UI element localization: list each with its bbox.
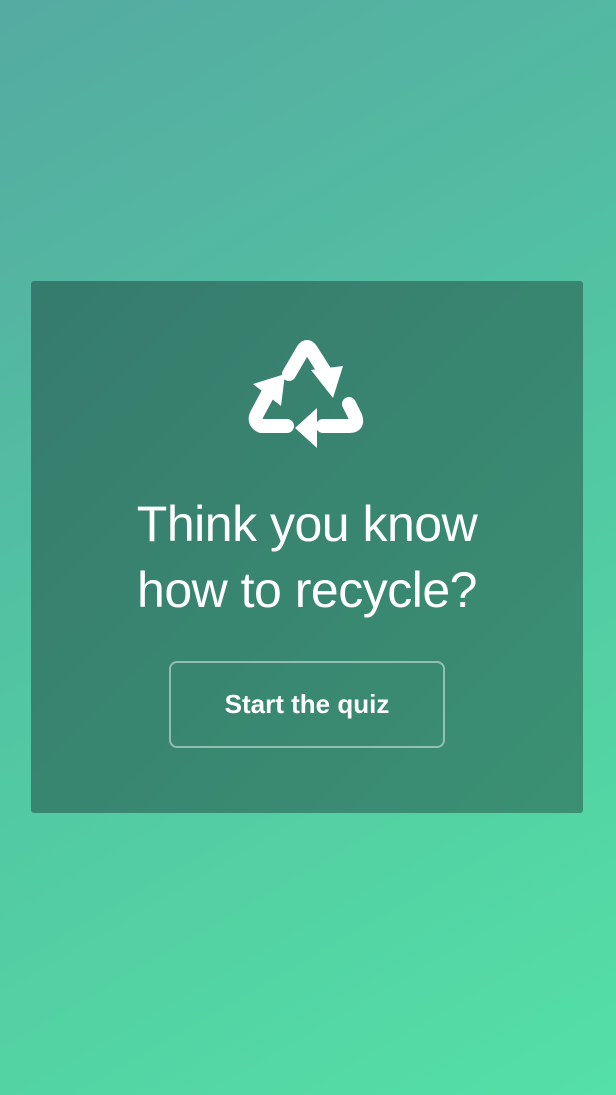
start-quiz-button[interactable]: Start the quiz xyxy=(169,661,445,748)
quiz-landing-page: { "hero": { "icon": "recycle-icon", "hea… xyxy=(0,0,616,1095)
intro-card: Think you know how to recycle? Start the… xyxy=(31,281,583,813)
headline-line-1: Think you know xyxy=(136,496,478,552)
headline-line-2: how to recycle? xyxy=(137,562,477,618)
headline: Think you know how to recycle? xyxy=(31,491,583,623)
recycle-icon xyxy=(31,336,583,456)
